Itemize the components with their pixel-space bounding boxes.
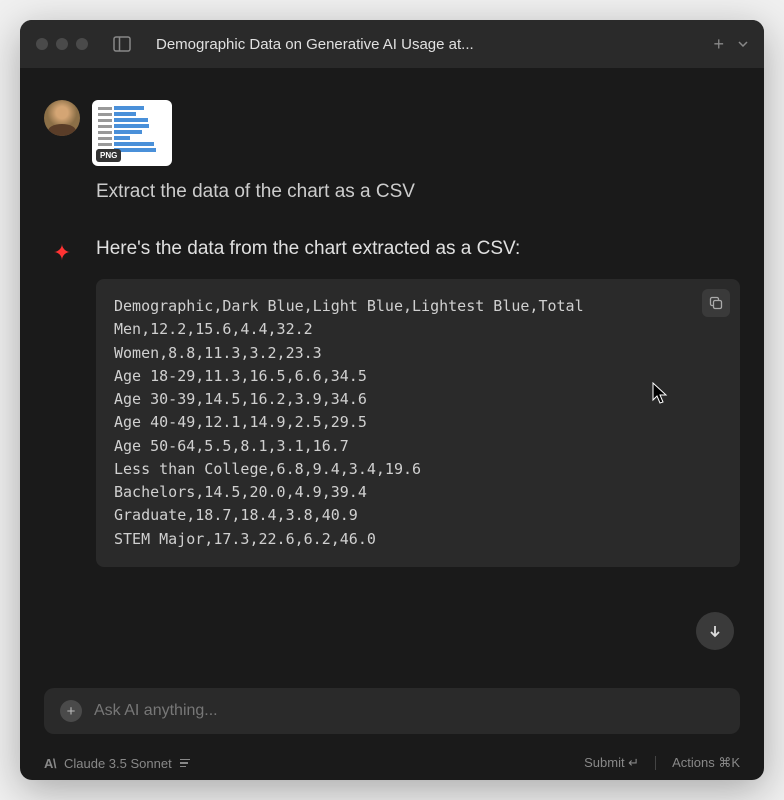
minimize-window-button[interactable] — [56, 38, 68, 50]
composer-input[interactable] — [94, 702, 724, 720]
submit-hint: Submit ↵ — [584, 755, 639, 771]
user-avatar — [44, 100, 80, 136]
file-type-badge: PNG — [96, 149, 121, 162]
traffic-lights — [36, 38, 88, 50]
code-content[interactable]: Demographic,Dark Blue,Light Blue,Lightes… — [114, 295, 722, 551]
user-message: PNG Extract the data of the chart as a C… — [44, 100, 740, 207]
close-window-button[interactable] — [36, 38, 48, 50]
ai-message-body: Here's the data from the chart extracted… — [96, 235, 740, 567]
maximize-window-button[interactable] — [76, 38, 88, 50]
scroll-down-button[interactable] — [696, 612, 734, 650]
ai-message-text: Here's the data from the chart extracted… — [96, 235, 740, 264]
window-title: Demographic Data on Generative AI Usage … — [156, 36, 701, 53]
app-window: Demographic Data on Generative AI Usage … — [20, 20, 764, 780]
sparkle-icon: ✦ — [53, 240, 71, 266]
sidebar-toggle-button[interactable] — [108, 33, 136, 55]
statusbar: A\ Claude 3.5 Sonnet Submit ↵ Actions ⌘K — [20, 746, 764, 780]
status-left: A\ Claude 3.5 Sonnet — [44, 756, 190, 771]
anthropic-icon: A\ — [44, 756, 56, 771]
composer: + — [44, 688, 740, 734]
titlebar: Demographic Data on Generative AI Usage … — [20, 20, 764, 68]
model-selector[interactable]: Claude 3.5 Sonnet — [64, 756, 172, 771]
divider — [655, 756, 656, 770]
user-message-body: PNG Extract the data of the chart as a C… — [96, 100, 740, 207]
image-attachment[interactable]: PNG — [92, 100, 172, 166]
user-message-text: Extract the data of the chart as a CSV — [96, 178, 740, 207]
chat-content: PNG Extract the data of the chart as a C… — [20, 68, 764, 688]
copy-button[interactable] — [702, 289, 730, 317]
ai-message: ✦ Here's the data from the chart extract… — [44, 235, 740, 567]
ai-avatar: ✦ — [44, 235, 80, 271]
add-attachment-button[interactable]: + — [60, 700, 82, 722]
actions-hint[interactable]: Actions ⌘K — [672, 755, 740, 771]
titlebar-right: + — [713, 34, 748, 55]
chevron-down-icon[interactable] — [738, 41, 748, 47]
composer-area: + — [20, 688, 764, 746]
code-block: Demographic,Dark Blue,Light Blue,Lightes… — [96, 279, 740, 567]
menu-icon[interactable] — [180, 759, 190, 768]
new-chat-button[interactable]: + — [713, 34, 724, 55]
status-right: Submit ↵ Actions ⌘K — [584, 755, 740, 771]
